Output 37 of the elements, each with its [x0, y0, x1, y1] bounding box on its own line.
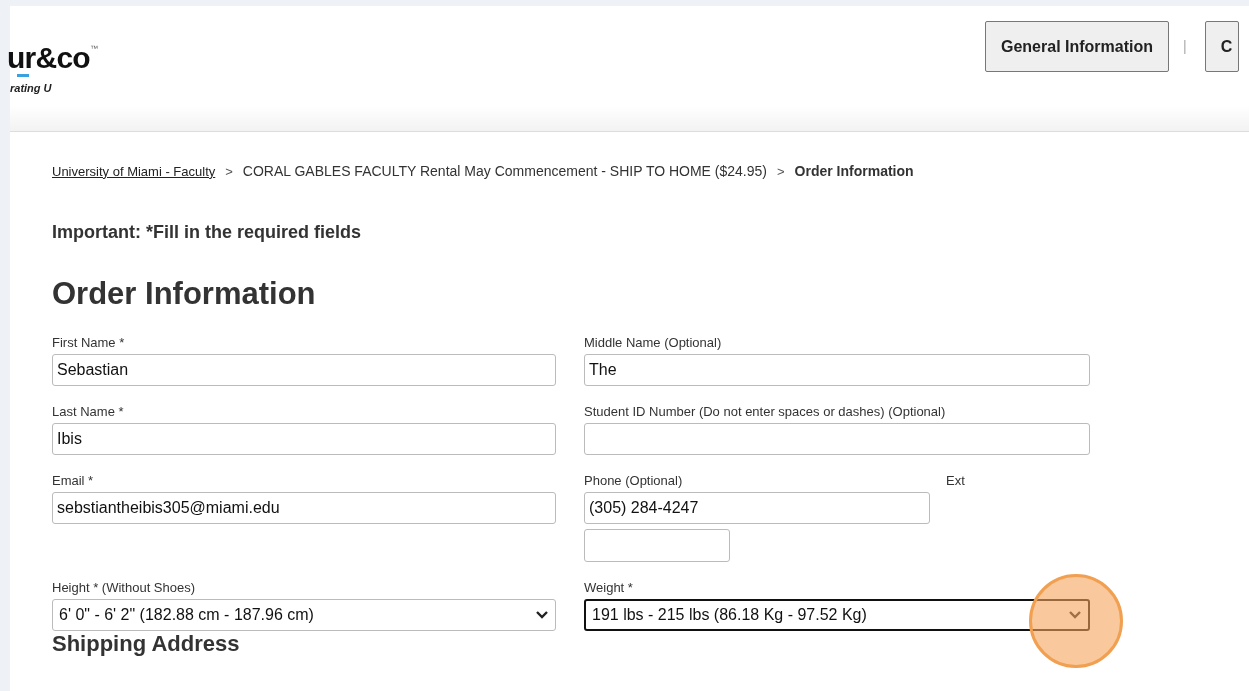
- nav-button[interactable]: C: [1204, 21, 1240, 72]
- ext-input[interactable]: [584, 529, 730, 562]
- nav-button[interactable]: General Information: [985, 21, 1170, 72]
- breadcrumb-separator: >: [777, 162, 785, 181]
- dropdown-select[interactable]: 191 lbs - 215 lbs (86.18 Kg - 97.52 Kg): [584, 599, 1090, 631]
- trademark-mark: ™: [89, 43, 98, 53]
- field-label: Weight *: [584, 580, 633, 596]
- page-heading: Order Information: [52, 278, 317, 309]
- field-label: Phone (Optional): [584, 473, 683, 489]
- breadcrumb-item: CORAL GABLES FACULTY Rental May Commencement - SHIP TO HOME ($24.95): [242, 162, 767, 181]
- text-input[interactable]: Ibis: [52, 423, 556, 455]
- field-label: Student ID Number (Do not enter spaces or dashes) (Optional): [584, 404, 946, 420]
- required-notice: Important: *Fill in the required fields: [52, 221, 363, 244]
- field-label: Last Name *: [52, 404, 124, 420]
- logo-underline-mark: [17, 74, 29, 77]
- dropdown-value: 6' 0" - 6' 2" (182.88 cm - 187.96 cm): [59, 605, 314, 625]
- text-input[interactable]: Sebastian: [52, 354, 556, 386]
- breadcrumb-link[interactable]: University of Miami - Faculty: [52, 161, 216, 182]
- ext-label: Ext: [946, 473, 965, 489]
- text-input[interactable]: The: [584, 354, 1090, 386]
- chevron-down-icon: [535, 610, 549, 620]
- breadcrumb-separator: >: [225, 162, 233, 181]
- field-label: Middle Name (Optional): [584, 335, 722, 351]
- dropdown-select[interactable]: 6' 0" - 6' 2" (182.88 cm - 187.96 cm): [52, 599, 556, 631]
- breadcrumb-current: Order Information: [794, 162, 914, 181]
- field-label: Email *: [52, 473, 94, 489]
- chevron-down-icon: [1068, 610, 1082, 620]
- dropdown-value: 191 lbs - 215 lbs (86.18 Kg - 97.52 Kg): [592, 605, 867, 625]
- logo-text: ur&co: [7, 43, 90, 73]
- text-input[interactable]: sebstiantheibis305@miami.edu: [52, 492, 556, 524]
- section-heading: Shipping Address: [52, 630, 241, 658]
- text-input[interactable]: [584, 423, 1090, 455]
- field-label: First Name *: [52, 335, 125, 351]
- phone-input[interactable]: (305) 284-4247: [584, 492, 930, 524]
- field-label: Height * (Without Shoes): [52, 580, 196, 596]
- nav-separator: |: [1183, 37, 1187, 56]
- logo-tagline: rating U: [10, 81, 53, 96]
